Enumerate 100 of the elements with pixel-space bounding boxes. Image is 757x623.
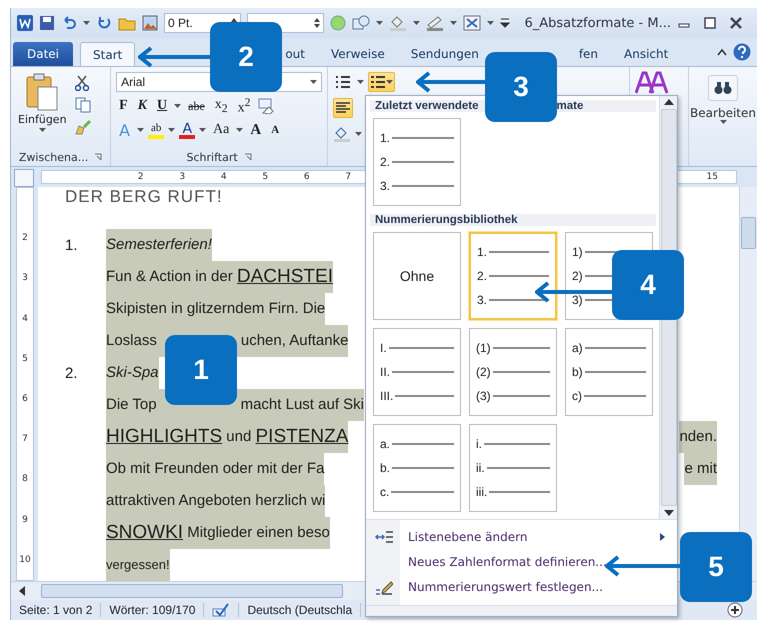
caret-icon[interactable] xyxy=(137,128,144,132)
paste-button[interactable]: Einfügen xyxy=(16,71,69,148)
document-text: Skipisten in glitzerndem Firn. Die xyxy=(106,293,326,325)
chart-icon[interactable] xyxy=(463,15,482,31)
format-button[interactable]: A xyxy=(179,121,196,139)
document-text: PISTENZA xyxy=(256,421,348,453)
numbering-option[interactable]: i. ii. iii. xyxy=(469,424,557,512)
vertical-scrollbar[interactable] xyxy=(739,187,757,581)
numbering-option[interactable]: a. b. c. xyxy=(373,424,461,512)
numbering-option[interactable]: a) b) c) xyxy=(565,328,653,416)
ruler-number: 3 xyxy=(178,172,186,182)
caret-icon[interactable] xyxy=(310,80,318,84)
ribbon-tab[interactable]: out xyxy=(282,42,308,66)
scroll-left-icon[interactable] xyxy=(19,586,25,596)
menu-item[interactable]: Nummerierungswert festlegen... xyxy=(366,574,677,599)
styles-icon[interactable] xyxy=(634,71,669,95)
list-number: c) xyxy=(572,389,582,403)
caret-icon[interactable] xyxy=(83,20,90,26)
numbering-option[interactable]: 1. 2. 3. xyxy=(469,232,557,320)
format-button[interactable]: A xyxy=(268,120,282,140)
caret-icon[interactable] xyxy=(487,20,494,26)
ribbon-tab[interactable]: Ansicht xyxy=(621,42,672,66)
format-button[interactable]: x$^{2}$ xyxy=(234,96,254,116)
proofing-icon[interactable] xyxy=(212,603,230,617)
spinner-icon[interactable] xyxy=(314,17,320,29)
zoom-in-icon[interactable] xyxy=(727,602,743,618)
scroll-up-icon[interactable] xyxy=(664,99,674,105)
caret-icon[interactable] xyxy=(450,20,458,26)
caret-icon[interactable] xyxy=(355,132,362,136)
ribbon-tab[interactable]: Verweise xyxy=(328,42,388,66)
ribbon-tab[interactable]: fen xyxy=(576,42,602,66)
line-color-icon[interactable] xyxy=(426,15,444,31)
scissors-icon[interactable] xyxy=(74,75,89,91)
find-button[interactable] xyxy=(708,75,738,101)
caret-icon[interactable] xyxy=(199,128,206,132)
caret-icon[interactable] xyxy=(720,120,727,125)
caret-icon[interactable] xyxy=(376,20,384,26)
list-number: 3. xyxy=(477,293,488,307)
ruler-number: 4 xyxy=(220,172,228,182)
close-icon[interactable] xyxy=(729,17,743,29)
save-icon[interactable] xyxy=(39,15,55,31)
copy-icon[interactable] xyxy=(74,97,91,113)
document-text: nden. xyxy=(679,421,717,453)
ribbon-tab[interactable]: Sendungen xyxy=(408,42,482,66)
maximize-icon[interactable] xyxy=(703,17,717,29)
window-title: 6_Absatzformate - M... xyxy=(524,16,671,30)
caret-icon[interactable] xyxy=(357,80,364,84)
language-status[interactable]: Deutsch (Deutschla xyxy=(239,603,362,617)
document-text: attraktiven Angeboten herzlich wi xyxy=(106,485,326,517)
fill-bucket-icon[interactable] xyxy=(389,15,408,31)
callout-arrow-tooltip xyxy=(138,46,210,68)
format-button[interactable]: K xyxy=(134,96,150,116)
numbering-option[interactable]: I. II. III. xyxy=(373,328,461,416)
align-left-button[interactable] xyxy=(333,98,354,118)
redo-icon[interactable] xyxy=(96,15,112,31)
caret-icon[interactable] xyxy=(38,128,46,133)
ruler-number: 6 xyxy=(302,172,311,182)
shading-icon[interactable] xyxy=(333,126,352,142)
format-button[interactable]: x$_{2}$ xyxy=(212,96,231,116)
clipboard-icon xyxy=(26,73,58,111)
numbering-option[interactable]: (1) (2) (3) xyxy=(469,328,557,416)
indent-arrows-icon[interactable] xyxy=(375,530,393,544)
word-count[interactable]: Wörter: 109/170 xyxy=(101,603,204,617)
caret-icon[interactable] xyxy=(174,104,182,108)
menu-item[interactable]: Listenebene ändern xyxy=(366,524,677,549)
ruler-number: 2 xyxy=(136,172,145,182)
caret-icon[interactable] xyxy=(236,128,244,132)
format-button[interactable]: F xyxy=(116,96,131,116)
page-count[interactable]: Seite: 1 von 2 xyxy=(11,603,102,617)
format-button[interactable]: Aa xyxy=(210,120,232,140)
ruler-number: 3 xyxy=(22,272,28,286)
numbering-option[interactable]: 1. 2. 3. xyxy=(373,118,461,206)
file-tab[interactable]: Datei xyxy=(13,42,74,66)
dialog-launcher-icon[interactable] xyxy=(244,153,252,161)
brush-icon[interactable] xyxy=(74,119,91,135)
format-button[interactable]: ab xyxy=(148,121,164,139)
customize-icon[interactable] xyxy=(500,17,510,29)
list-number: 1. xyxy=(65,236,78,254)
ribbon-tab[interactable]: Start xyxy=(80,42,136,66)
menu-item[interactable]: Neues Zahlenformat definieren... xyxy=(366,549,677,574)
callout-tooltip: 5 xyxy=(680,532,752,602)
ruler-number: 5 xyxy=(22,352,28,366)
caret-icon[interactable] xyxy=(413,20,420,26)
format-button[interactable]: U xyxy=(154,96,170,116)
caret-icon[interactable] xyxy=(168,128,176,132)
ruler-number: 7 xyxy=(22,433,28,446)
numbering-button[interactable] xyxy=(368,72,396,92)
help-icon[interactable] xyxy=(733,43,751,61)
shapes-icon[interactable] xyxy=(352,15,370,31)
image-icon[interactable] xyxy=(142,15,158,31)
format-button[interactable]: A xyxy=(247,120,264,140)
dialog-launcher-icon[interactable] xyxy=(94,153,102,161)
scroll-down-icon[interactable] xyxy=(664,510,674,516)
ruler-number: 5 xyxy=(261,172,270,182)
collapse-ribbon-icon[interactable] xyxy=(717,48,727,56)
word-logo-icon[interactable] xyxy=(17,15,33,31)
document-text: und xyxy=(222,421,256,453)
format-button[interactable]: abe xyxy=(185,96,208,116)
numbering-option[interactable]: Ohne xyxy=(373,232,461,320)
clear-format-icon[interactable] xyxy=(257,98,276,114)
